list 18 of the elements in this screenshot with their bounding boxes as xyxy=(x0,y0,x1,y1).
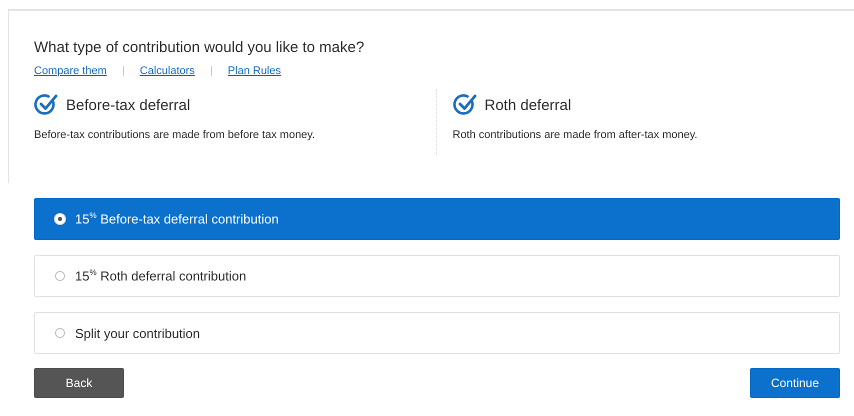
radio-icon xyxy=(55,328,65,338)
check-circle-icon xyxy=(452,93,476,117)
radio-icon xyxy=(55,214,65,224)
help-link[interactable]: Compare them xyxy=(34,65,107,77)
radio-icon xyxy=(55,271,65,281)
back-button[interactable]: Back xyxy=(34,368,124,398)
question-heading: What type of contribution would you like to make? xyxy=(34,39,366,56)
type-description: Before-tax contributions are made from before tax money. xyxy=(34,129,316,141)
contribution-option[interactable]: Split your contribution xyxy=(34,312,840,354)
contribution-option[interactable]: 15$^{%}$ Roth deferral contribution xyxy=(34,255,840,297)
help-link[interactable]: Calculators xyxy=(140,65,195,77)
continue-button[interactable]: Continue xyxy=(750,368,840,398)
type-description: Roth contributions are made from after-tax money. xyxy=(452,129,698,141)
type-title: Roth deferral xyxy=(484,96,572,114)
type-title: Before-tax deferral xyxy=(66,96,190,114)
help-link[interactable]: Plan Rules xyxy=(228,65,281,77)
contribution-option[interactable]: 15$^{%}$ Before-tax deferral contribution xyxy=(34,198,840,240)
check-circle-icon xyxy=(34,93,58,117)
